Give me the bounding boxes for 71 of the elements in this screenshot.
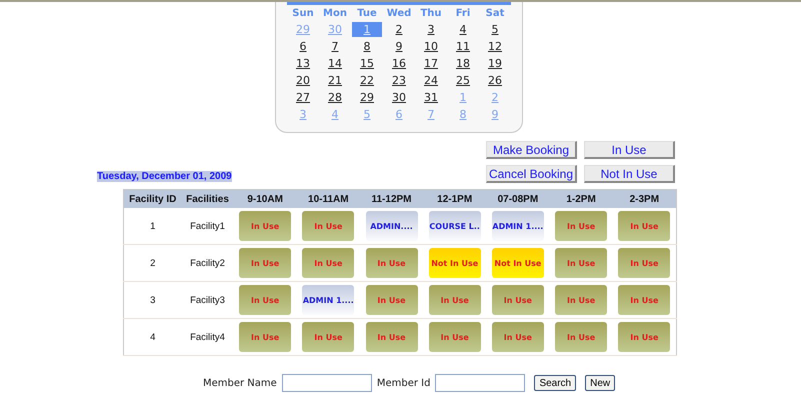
- column-header: 2-3PM: [612, 190, 676, 208]
- column-header: Facility ID: [124, 190, 182, 208]
- weekday-label: Thu: [419, 7, 443, 21]
- table-cell: 1: [124, 208, 182, 244]
- calendar-day[interactable]: 19: [480, 56, 510, 71]
- weekday-label: Wed: [386, 7, 412, 21]
- calendar-day[interactable]: 30: [384, 90, 414, 105]
- calendar-day[interactable]: 12: [480, 39, 510, 54]
- table-cell: Facility2: [182, 244, 234, 282]
- field-label: Member Id: [376, 378, 430, 388]
- calendar-day[interactable]: 25: [448, 73, 478, 88]
- calendar-day[interactable]: 22: [352, 73, 382, 88]
- selected-date: Tuesday, December 01, 2009: [97, 171, 232, 182]
- weekday-label: Sun: [291, 7, 315, 21]
- calendar-day[interactable]: 9: [384, 39, 414, 54]
- column-header: 12-1PM: [423, 190, 486, 208]
- input-field[interactable]: [282, 374, 372, 392]
- calendar-day[interactable]: 3: [416, 22, 446, 37]
- calendar-day[interactable]: 28: [320, 90, 350, 105]
- slot-button[interactable]: COURSE L..: [428, 211, 481, 241]
- calendar-day[interactable]: 31: [416, 90, 446, 105]
- calendar-day[interactable]: 7: [320, 39, 350, 54]
- weekday-label: Sat: [484, 7, 506, 21]
- calendar-day[interactable]: 15: [352, 56, 382, 71]
- calendar-day[interactable]: 29: [352, 90, 382, 105]
- table-cell: 3: [124, 282, 182, 318]
- column-header: Facilities: [182, 190, 234, 208]
- weekday-label: Tue: [356, 7, 378, 21]
- input-field[interactable]: [435, 374, 526, 392]
- slot-button[interactable]: ADMIN 1....: [492, 211, 544, 241]
- calendar-day[interactable]: 11: [448, 39, 478, 54]
- calendar-day[interactable]: 8: [352, 39, 382, 54]
- calendar-day[interactable]: 24: [416, 73, 446, 88]
- action-button[interactable]: Cancel Booking: [486, 165, 577, 183]
- weekday-label: Fri: [454, 7, 472, 21]
- column-header: 11-12PM: [360, 190, 424, 208]
- table-cell: Facility4: [182, 318, 234, 356]
- field-label: Member Name: [203, 378, 277, 388]
- calendar-day[interactable]: 6: [288, 39, 318, 54]
- slot-button[interactable]: ADMIN 1....: [302, 285, 354, 315]
- slot-button[interactable]: Not In Use: [492, 248, 544, 278]
- action-button[interactable]: In Use: [584, 141, 675, 159]
- calendar-day[interactable]: 10: [416, 39, 446, 54]
- form-button[interactable]: New: [585, 375, 616, 391]
- slot-button[interactable]: Not In Use: [428, 248, 481, 278]
- calendar-day[interactable]: 2: [384, 22, 414, 37]
- calendar-day[interactable]: 20: [288, 73, 318, 88]
- calendar-day[interactable]: 26: [480, 73, 510, 88]
- calendar-day[interactable]: 17: [416, 56, 446, 71]
- column-header: 07-08PM: [486, 190, 550, 208]
- table-cell: 4: [124, 318, 182, 356]
- calendar-day[interactable]: 4: [448, 22, 478, 37]
- calendar-day[interactable]: 13: [288, 56, 318, 71]
- form-button[interactable]: Search: [534, 375, 576, 391]
- table-cell: 2: [124, 244, 182, 282]
- calendar-day[interactable]: 14: [320, 56, 350, 71]
- column-header: 9-10AM: [234, 190, 297, 208]
- action-button[interactable]: Make Booking: [486, 141, 577, 159]
- table-cell: Facility3: [182, 282, 234, 318]
- table-cell: Facility1: [182, 208, 234, 244]
- slot-button[interactable]: ADMIN....: [366, 211, 418, 241]
- calendar-day[interactable]: 23: [384, 73, 414, 88]
- calendar-day[interactable]: 27: [288, 90, 318, 105]
- action-button[interactable]: Not In Use: [584, 165, 675, 183]
- column-header: 1-2PM: [549, 190, 613, 208]
- calendar-day[interactable]: 5: [480, 22, 510, 37]
- calendar-day[interactable]: 16: [384, 56, 414, 71]
- column-header: 10-11AM: [296, 190, 360, 208]
- calendar-day[interactable]: 18: [448, 56, 478, 71]
- calendar-day[interactable]: 21: [320, 73, 350, 88]
- weekday-label: Mon: [322, 7, 348, 21]
